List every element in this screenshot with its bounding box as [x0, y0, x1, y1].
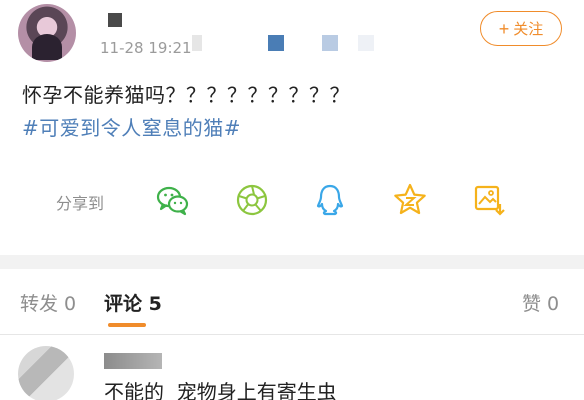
- redaction-pixel: [192, 35, 202, 51]
- tab-repost[interactable]: 转发 0: [20, 289, 76, 316]
- redaction-pixel: [268, 35, 284, 51]
- avatar[interactable]: [18, 4, 76, 62]
- follow-label: 关注: [513, 21, 544, 38]
- share-label: 分享到: [56, 194, 105, 213]
- qzone-icon[interactable]: [392, 182, 428, 218]
- topic-link[interactable]: #可爱到令人窒息的猫#: [22, 112, 241, 141]
- redaction-pixel: [322, 35, 338, 51]
- post-header: 11-28 19:21 + 关注: [0, 0, 584, 70]
- follow-button[interactable]: + 关注: [480, 11, 562, 46]
- comment-username-redacted[interactable]: [104, 353, 162, 369]
- tab-comments[interactable]: 评论 5: [104, 289, 162, 316]
- tab-divider: [0, 334, 584, 335]
- comment-item: 不能的 宠物身上有寄生虫: [0, 336, 584, 400]
- moments-icon[interactable]: [234, 182, 270, 218]
- section-divider: [0, 255, 584, 269]
- save-image-icon[interactable]: [471, 182, 507, 218]
- tab-bar: 转发 0 评论 5 赞 0: [0, 269, 584, 335]
- active-tab-indicator: [108, 323, 146, 327]
- share-row: 分享到: [0, 178, 584, 224]
- post-text: 怀孕不能养猫吗？？？？？？？？？: [22, 83, 350, 107]
- comment-avatar[interactable]: [18, 346, 74, 400]
- comment-text: 不能的 宠物身上有寄生虫: [104, 380, 337, 400]
- post-timestamp: 11-28 19:21: [100, 39, 192, 57]
- tab-likes[interactable]: 赞 0: [522, 289, 559, 316]
- username-redacted[interactable]: [108, 13, 122, 27]
- plus-icon: +: [498, 18, 510, 39]
- wechat-icon[interactable]: [155, 182, 191, 218]
- qq-icon[interactable]: [312, 182, 348, 218]
- redaction-pixel: [358, 35, 374, 51]
